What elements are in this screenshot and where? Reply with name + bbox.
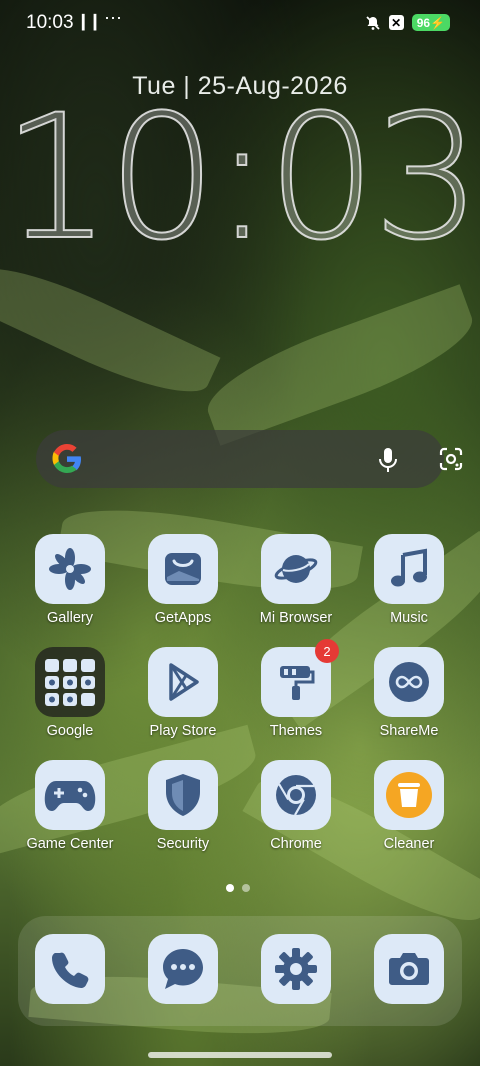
app-getapps[interactable]: GetApps [128, 534, 238, 626]
app-music[interactable]: Music [354, 534, 464, 626]
app-label: Music [390, 610, 428, 626]
dock-camera[interactable] [354, 934, 464, 1004]
app-gallery[interactable]: Gallery [15, 534, 125, 626]
infinity-icon [374, 647, 444, 717]
signal-icon: ▎▎ [82, 14, 106, 30]
gamepad-icon [35, 760, 105, 830]
camera-icon [374, 934, 444, 1004]
app-shareme[interactable]: ShareMe [354, 647, 464, 739]
shopping-bag-icon [148, 534, 218, 604]
paint-roller-icon: 2 [261, 639, 339, 717]
chat-bubble-icon [148, 934, 218, 1004]
app-label: Game Center [26, 836, 114, 852]
google-lens-icon[interactable] [438, 446, 464, 472]
trash-bin-icon [374, 760, 444, 830]
planet-icon [261, 534, 331, 604]
app-themes[interactable]: 2 Themes [241, 639, 351, 739]
play-triangle-icon [148, 647, 218, 717]
more-notifications-icon: ⋯ [104, 8, 122, 28]
phone-icon [35, 934, 105, 1004]
app-chrome[interactable]: Chrome [241, 760, 351, 852]
app-mi-browser[interactable]: Mi Browser [241, 534, 351, 626]
gear-icon [261, 934, 331, 1004]
battery-level: 96 [416, 15, 431, 30]
clock-widget[interactable]: 10:03 [0, 91, 480, 265]
notification-badge: 2 [315, 639, 339, 663]
app-label: Chrome [270, 836, 322, 852]
close-box-icon: ✕ [388, 15, 404, 30]
google-g-icon [50, 442, 84, 476]
app-label: Gallery [47, 610, 93, 626]
home-gesture-bar[interactable] [148, 1052, 332, 1058]
status-bar: 10:03 ▎▎ ⋯ ✕ 96 ⚡ [0, 0, 480, 46]
page-dot-active [226, 884, 234, 892]
page-dot [242, 884, 250, 892]
dock-messages[interactable] [128, 934, 238, 1004]
google-search-bar[interactable] [36, 430, 463, 488]
google-folder-icon [35, 647, 105, 717]
battery-indicator: 96 ⚡ [411, 14, 450, 31]
app-label: Mi Browser [259, 610, 333, 626]
app-label: GetApps [154, 610, 212, 626]
mute-bell-icon [365, 15, 381, 31]
gallery-icon [35, 534, 105, 604]
app-cleaner[interactable]: Cleaner [354, 760, 464, 852]
chrome-icon [261, 760, 331, 830]
app-label: ShareMe [379, 723, 439, 739]
app-label: Play Store [149, 723, 217, 739]
page-indicator[interactable] [226, 884, 250, 892]
app-label: Security [156, 836, 210, 852]
shield-icon [148, 760, 218, 830]
app-google-folder[interactable]: Google [15, 647, 125, 739]
status-time: 10:03 [26, 12, 74, 33]
app-play-store[interactable]: Play Store [128, 647, 238, 739]
music-note-icon [374, 534, 444, 604]
app-game-center[interactable]: Game Center [15, 760, 125, 852]
dock-settings[interactable] [241, 934, 351, 1004]
dock [18, 916, 462, 1026]
app-security[interactable]: Security [128, 760, 238, 852]
microphone-icon[interactable] [376, 446, 400, 474]
dock-phone[interactable] [15, 934, 125, 1004]
app-label: Cleaner [383, 836, 435, 852]
app-label: Themes [269, 723, 323, 739]
app-label: Google [46, 723, 94, 739]
